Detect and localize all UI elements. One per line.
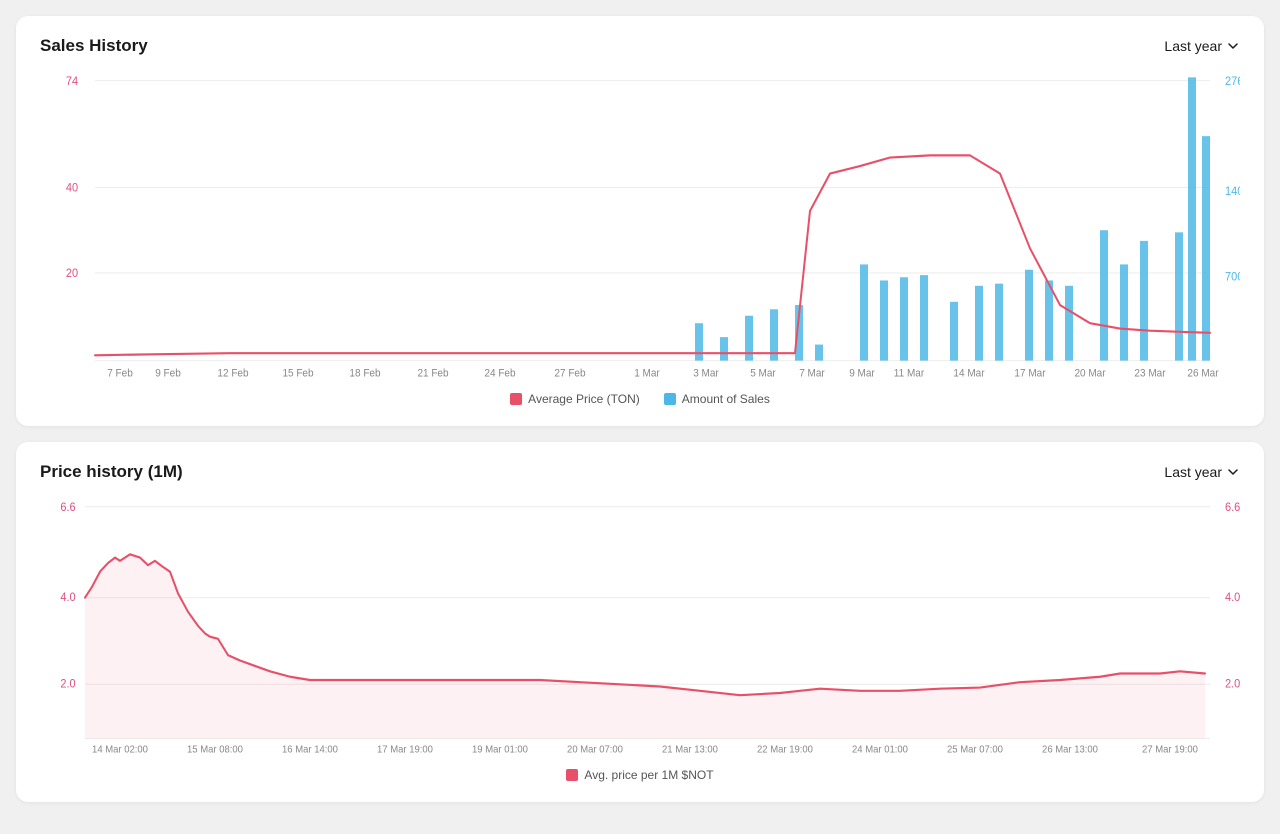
svg-text:14000: 14000: [1225, 186, 1240, 198]
sales-history-card: Sales History Last year 74 40 20 27602 1…: [16, 16, 1264, 426]
svg-text:74: 74: [66, 76, 78, 88]
svg-text:9 Mar: 9 Mar: [849, 368, 875, 379]
svg-text:40: 40: [66, 182, 78, 194]
svg-text:26 Mar 13:00: 26 Mar 13:00: [1042, 744, 1098, 755]
svg-text:14 Mar 02:00: 14 Mar 02:00: [92, 744, 148, 755]
svg-text:24 Mar 01:00: 24 Mar 01:00: [852, 744, 908, 755]
price-history-legend: Avg. price per 1M $NOT: [40, 768, 1240, 782]
legend-avg-price-1m: Avg. price per 1M $NOT: [566, 768, 713, 782]
legend-amount-sales: Amount of Sales: [664, 392, 770, 406]
svg-text:25 Mar 07:00: 25 Mar 07:00: [947, 744, 1003, 755]
legend-avg-price: Average Price (TON): [510, 392, 640, 406]
svg-text:15 Mar 08:00: 15 Mar 08:00: [187, 744, 243, 755]
svg-text:4.0: 4.0: [60, 592, 75, 604]
avg-price-dot: [510, 393, 522, 405]
sales-history-title: Sales History: [40, 36, 148, 56]
svg-text:27 Mar 19:00: 27 Mar 19:00: [1142, 744, 1198, 755]
svg-text:3 Mar: 3 Mar: [693, 368, 719, 379]
svg-text:1 Mar: 1 Mar: [634, 368, 660, 379]
svg-text:6.6: 6.6: [1225, 502, 1240, 514]
svg-text:7 Feb: 7 Feb: [107, 368, 133, 379]
legend-amount-sales-label: Amount of Sales: [682, 392, 770, 406]
svg-text:23 Mar: 23 Mar: [1134, 368, 1166, 379]
svg-text:7 Mar: 7 Mar: [799, 368, 825, 379]
svg-text:14 Mar: 14 Mar: [953, 368, 985, 379]
sales-history-period-label: Last year: [1164, 38, 1222, 54]
svg-text:5 Mar: 5 Mar: [750, 368, 776, 379]
sales-history-period-selector[interactable]: Last year: [1164, 38, 1240, 54]
svg-text:7000: 7000: [1225, 271, 1240, 283]
svg-text:20: 20: [66, 268, 78, 280]
svg-text:6.6: 6.6: [60, 502, 75, 514]
chevron-down-icon-2: [1226, 465, 1240, 479]
legend-avg-price-label: Average Price (TON): [528, 392, 640, 406]
svg-text:24 Feb: 24 Feb: [484, 368, 515, 379]
svg-text:4.0: 4.0: [1225, 592, 1240, 604]
svg-text:22 Mar 19:00: 22 Mar 19:00: [757, 744, 813, 755]
svg-text:15 Feb: 15 Feb: [282, 368, 313, 379]
legend-avg-price-1m-label: Avg. price per 1M $NOT: [584, 768, 713, 782]
price-history-period-selector[interactable]: Last year: [1164, 464, 1240, 480]
svg-text:2.0: 2.0: [60, 678, 75, 690]
svg-text:16 Mar 14:00: 16 Mar 14:00: [282, 744, 338, 755]
amount-sales-dot: [664, 393, 676, 405]
svg-text:12 Feb: 12 Feb: [217, 368, 248, 379]
avg-price-1m-dot: [566, 769, 578, 781]
price-history-period-label: Last year: [1164, 464, 1222, 480]
svg-text:11 Mar: 11 Mar: [894, 368, 925, 379]
svg-text:26 Mar: 26 Mar: [1187, 368, 1219, 379]
price-history-card: Price history (1M) Last year 6.6 4.0 2.0…: [16, 442, 1264, 802]
sales-history-chart: 74 40 20 27602 14000 7000: [40, 72, 1240, 382]
svg-text:21 Feb: 21 Feb: [417, 368, 448, 379]
sales-history-legend: Average Price (TON) Amount of Sales: [40, 392, 1240, 406]
price-history-header: Price history (1M) Last year: [40, 462, 1240, 482]
svg-text:27602: 27602: [1225, 76, 1240, 88]
price-history-chart: 6.6 4.0 2.0 6.6 4.0 2.0 14 Mar 02:00 15 …: [40, 498, 1240, 758]
sales-history-header: Sales History Last year: [40, 36, 1240, 56]
svg-text:18 Feb: 18 Feb: [349, 368, 380, 379]
price-history-title: Price history (1M): [40, 462, 183, 482]
svg-text:17 Mar 19:00: 17 Mar 19:00: [377, 744, 433, 755]
svg-text:2.0: 2.0: [1225, 678, 1240, 690]
svg-text:27 Feb: 27 Feb: [554, 368, 585, 379]
svg-text:20 Mar: 20 Mar: [1074, 368, 1106, 379]
svg-text:20 Mar 07:00: 20 Mar 07:00: [567, 744, 623, 755]
svg-text:17 Mar: 17 Mar: [1014, 368, 1046, 379]
svg-text:19 Mar 01:00: 19 Mar 01:00: [472, 744, 528, 755]
chevron-down-icon: [1226, 39, 1240, 53]
svg-text:9 Feb: 9 Feb: [155, 368, 181, 379]
svg-text:21 Mar 13:00: 21 Mar 13:00: [662, 744, 718, 755]
